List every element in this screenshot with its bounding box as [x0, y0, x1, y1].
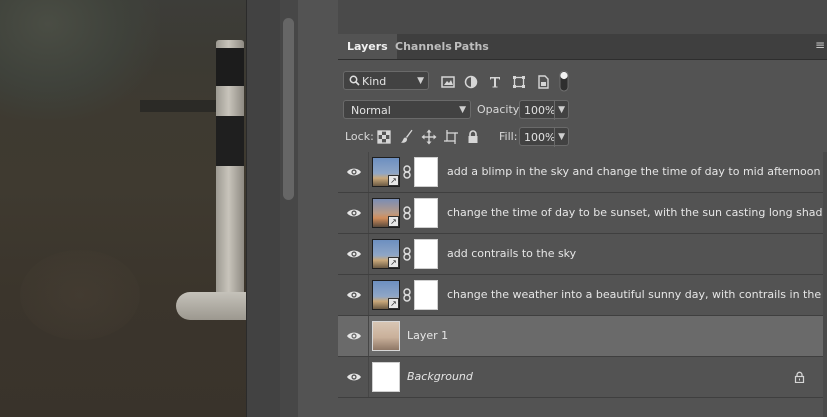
lock-row: Lock: Fill: 100% ▼ [338, 126, 827, 148]
link-icon[interactable] [402, 288, 412, 302]
visibility-column-divider [368, 275, 369, 315]
layer-row[interactable]: ↗ add a blimp in the sky and change the … [338, 152, 823, 193]
layer-name[interactable]: Layer 1 [407, 316, 448, 356]
layer-name[interactable]: Background [407, 357, 473, 397]
kind-filter-label: Kind [362, 75, 387, 88]
filter-toggle-icon[interactable] [559, 70, 569, 92]
layer-thumbnail[interactable] [372, 362, 400, 392]
shape-filter-icon[interactable] [511, 74, 527, 90]
eye-icon[interactable] [346, 246, 362, 262]
fill-input[interactable]: 100% ▼ [519, 127, 569, 147]
panel-tab-bar: Layers Channels Paths [338, 34, 827, 60]
layer-mask-thumbnail[interactable] [414, 239, 438, 269]
lock-artboard-icon[interactable] [443, 129, 459, 145]
link-icon[interactable] [402, 247, 412, 261]
canvas-post-band-top [216, 48, 244, 86]
lock-transparent-icon[interactable] [376, 129, 392, 145]
eye-icon[interactable] [346, 205, 362, 221]
layer-row[interactable]: ↗ add contrails to the sky [338, 234, 823, 275]
chevron-down-icon: ▼ [459, 105, 466, 115]
layers-panel: Layers Channels Paths ≡ Kind ▼ Normal ▼ … [338, 0, 827, 417]
layer-mask-thumbnail[interactable] [414, 280, 438, 310]
lock-label: Lock: [345, 130, 374, 143]
panel-dock-spacer [298, 0, 339, 417]
canvas-hill [0, 0, 160, 120]
link-icon[interactable] [402, 206, 412, 220]
document-canvas[interactable] [0, 0, 246, 417]
type-filter-icon[interactable] [487, 74, 503, 90]
lock-image-icon[interactable] [399, 129, 415, 145]
layer-thumbnail[interactable]: ↗ [372, 280, 400, 310]
eye-icon[interactable] [346, 164, 362, 180]
hamburger-icon[interactable]: ≡ [815, 38, 825, 52]
chevron-down-icon: ▼ [417, 76, 424, 86]
layer-mask-thumbnail[interactable] [414, 157, 438, 187]
kind-filter-select[interactable]: Kind ▼ [343, 71, 429, 90]
canvas-fence-bar [140, 100, 220, 112]
image-filter-icon[interactable] [440, 74, 456, 90]
fill-value: 100% [524, 131, 556, 144]
smart-object-icon: ↗ [388, 175, 399, 186]
canvas-gutter [246, 0, 281, 417]
layer-thumbnail[interactable]: ↗ [372, 239, 400, 269]
chevron-down-icon[interactable]: ▼ [554, 101, 565, 120]
layer-name[interactable]: change the time of day to be sunset, wit… [447, 193, 827, 233]
visibility-column-divider [368, 152, 369, 192]
layers-scrollbar[interactable] [823, 152, 827, 417]
search-icon [349, 75, 360, 86]
lock-all-icon[interactable] [465, 129, 481, 145]
eye-icon[interactable] [346, 287, 362, 303]
blend-row: Normal ▼ Opacity: 100% ▼ [338, 99, 827, 123]
eye-icon[interactable] [346, 369, 362, 385]
eye-icon[interactable] [346, 328, 362, 344]
layers-list: ↗ add a blimp in the sky and change the … [338, 152, 827, 417]
opacity-value: 100% [524, 104, 556, 117]
blend-mode-value: Normal [351, 104, 391, 117]
layer-row[interactable]: Background [338, 357, 823, 398]
layer-thumbnail[interactable]: ↗ [372, 157, 400, 187]
layer-name[interactable]: change the weather into a beautiful sunn… [447, 275, 827, 315]
layer-row-selected[interactable]: Layer 1 [338, 316, 823, 357]
visibility-column-divider [368, 316, 369, 356]
visibility-column-divider [368, 357, 369, 397]
lock-icon[interactable] [794, 371, 805, 383]
blend-mode-select[interactable]: Normal ▼ [343, 100, 471, 119]
panel-dock-top [338, 0, 827, 35]
smartobject-filter-icon[interactable] [535, 74, 551, 90]
smart-object-icon: ↗ [388, 216, 399, 227]
tab-paths[interactable]: Paths [445, 34, 498, 59]
visibility-column-divider [368, 234, 369, 274]
chevron-down-icon[interactable]: ▼ [554, 128, 565, 147]
canvas-post-base [176, 292, 246, 320]
opacity-label: Opacity: [477, 103, 523, 116]
layer-thumbnail[interactable]: ↗ [372, 198, 400, 228]
adjustment-filter-icon[interactable] [463, 74, 479, 90]
layer-name[interactable]: add a blimp in the sky and change the ti… [447, 152, 820, 192]
filter-row: Kind ▼ [338, 70, 827, 94]
layer-mask-thumbnail[interactable] [414, 198, 438, 228]
canvas-scrollbar-thumb[interactable] [283, 18, 294, 200]
link-icon[interactable] [402, 165, 412, 179]
canvas-post-band-middle [216, 116, 244, 166]
canvas-ground [20, 250, 140, 340]
lock-position-icon[interactable] [421, 129, 437, 145]
layer-thumbnail[interactable] [372, 321, 400, 351]
smart-object-icon: ↗ [388, 257, 399, 268]
layer-row[interactable]: ↗ change the time of day to be sunset, w… [338, 193, 827, 234]
visibility-column-divider [368, 193, 369, 233]
smart-object-icon: ↗ [388, 298, 399, 309]
layer-row[interactable]: ↗ change the weather into a beautiful su… [338, 275, 827, 316]
fill-label: Fill: [499, 130, 518, 143]
layer-name[interactable]: add contrails to the sky [447, 234, 576, 274]
opacity-input[interactable]: 100% ▼ [519, 100, 569, 120]
